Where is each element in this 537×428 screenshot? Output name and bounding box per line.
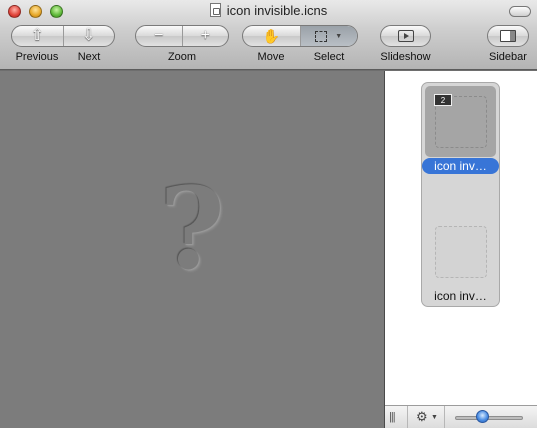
- previous-label: Previous: [15, 51, 59, 63]
- move-tool-button[interactable]: ✋: [243, 26, 301, 46]
- minus-icon: −: [154, 27, 164, 44]
- thumbnail-image: [435, 226, 487, 278]
- zoom-in-button[interactable]: +: [183, 26, 229, 46]
- slideshow-icon: [397, 30, 414, 42]
- previous-button[interactable]: ⇧: [12, 26, 64, 46]
- slideshow-label: Slideshow: [380, 51, 431, 63]
- thumbnail-item-selected[interactable]: 2: [425, 86, 496, 157]
- arrow-down-icon: ⇩: [82, 27, 96, 44]
- document-icon[interactable]: [209, 3, 221, 17]
- question-mark-icon: ?: [159, 164, 225, 295]
- zoom-control: − +: [135, 25, 229, 47]
- sidebar: 2 icon inv… icon inv…: [385, 71, 537, 405]
- preview-window: icon invisible.icns ⇧ ⇩ Previous Next − …: [0, 0, 537, 428]
- zoom-out-button[interactable]: −: [136, 26, 183, 46]
- arrow-up-icon: ⇧: [30, 27, 44, 44]
- zoom-label: Zoom: [167, 51, 197, 63]
- sidebar-toggle-button[interactable]: [488, 26, 528, 46]
- resize-grip-icon[interactable]: |||: [389, 411, 396, 423]
- toolbar: icon invisible.icns ⇧ ⇩ Previous Next − …: [0, 0, 537, 70]
- sidebar-toggle-control: [487, 25, 529, 47]
- slider-knob[interactable]: [475, 410, 489, 423]
- divider: [407, 406, 408, 428]
- select-tool-button[interactable]: ▼: [300, 26, 357, 46]
- page-count-badge: 2: [434, 94, 452, 106]
- thumbnail-group: 2 icon inv… icon inv…: [421, 82, 500, 307]
- move-select-control: ✋ ▼: [242, 25, 358, 47]
- thumbnail-label[interactable]: icon inv…: [422, 158, 499, 174]
- missing-image-placeholder: ?: [0, 71, 384, 428]
- chevron-down-icon: ▼: [431, 414, 438, 421]
- sidebar-bottom-bar: ||| ⚙ ▼: [385, 405, 537, 428]
- divider: [444, 406, 445, 428]
- select-label: Select: [313, 51, 345, 63]
- chevron-down-icon: ▼: [335, 32, 343, 40]
- toolbar-toggle-button[interactable]: [509, 6, 531, 17]
- window-title: icon invisible.icns: [0, 3, 537, 18]
- window-title-text: icon invisible.icns: [226, 3, 328, 18]
- thumbnail-label[interactable]: icon inv…: [422, 289, 499, 303]
- thumbnail-size-slider[interactable]: [455, 416, 523, 420]
- slideshow-control: [380, 25, 431, 47]
- thumbnail-item[interactable]: [425, 216, 496, 287]
- next-button[interactable]: ⇩: [64, 26, 115, 46]
- image-viewer[interactable]: ?: [0, 71, 384, 428]
- move-label: Move: [257, 51, 285, 63]
- hand-icon: ✋: [262, 28, 280, 44]
- previous-next-control: ⇧ ⇩: [11, 25, 115, 47]
- sidebar-icon: [500, 30, 516, 42]
- marquee-select-icon: [315, 30, 328, 42]
- slideshow-button[interactable]: [381, 26, 430, 46]
- gear-icon[interactable]: ⚙: [416, 409, 428, 425]
- plus-icon: +: [200, 27, 210, 44]
- sidebar-label: Sidebar: [489, 51, 527, 63]
- next-label: Next: [77, 51, 101, 63]
